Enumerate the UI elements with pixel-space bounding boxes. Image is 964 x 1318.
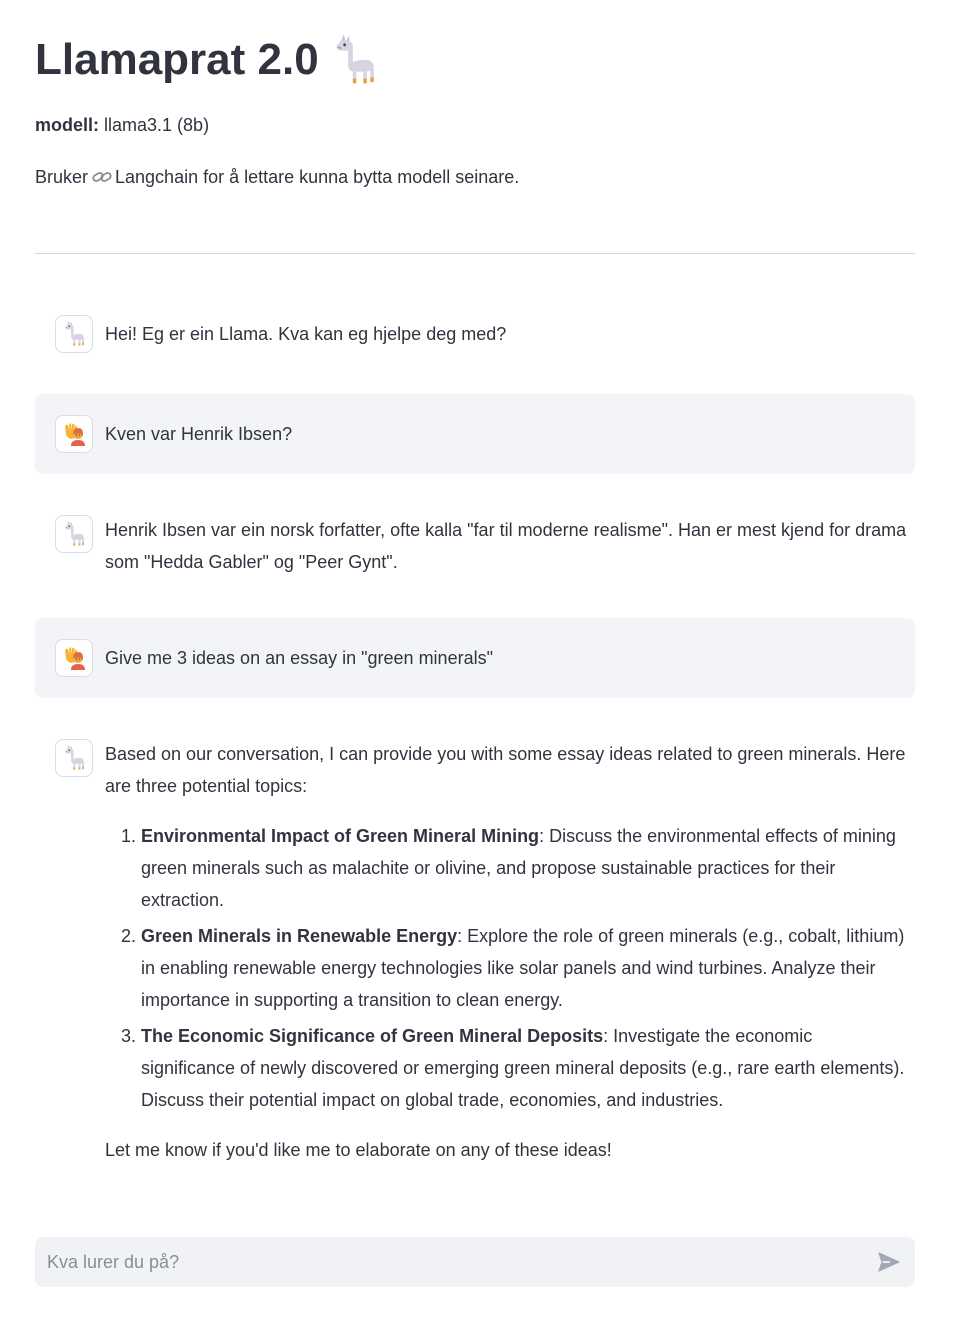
description-text: Langchain for å lettare kunna bytta mode… xyxy=(115,167,520,187)
user-avatar xyxy=(55,639,93,677)
chat-message-assistant: Henrik Ibsen var ein norsk forfatter, of… xyxy=(35,494,915,598)
message-content: Based on our conversation, I can provide… xyxy=(105,738,911,1166)
chat-message-assistant: Based on our conversation, I can provide… xyxy=(35,718,915,1188)
raising-hand-icon xyxy=(62,646,86,670)
message-text: Give me 3 ideas on an essay in "green mi… xyxy=(105,648,493,668)
divider xyxy=(35,253,915,254)
send-button[interactable] xyxy=(873,1246,905,1278)
link-icon xyxy=(92,172,112,182)
llama-icon xyxy=(329,32,379,88)
chat-input-container xyxy=(35,1237,915,1287)
description: Bruker Langchain for å lettare kunna byt… xyxy=(35,164,519,190)
model-label: modell: xyxy=(35,115,100,135)
essay-ideas-list: Environmental Impact of Green Mineral Mi… xyxy=(105,820,911,1116)
chat-message-user: Kven var Henrik Ibsen? xyxy=(35,394,915,474)
message-intro: Based on our conversation, I can provide… xyxy=(105,744,906,796)
message-text: Hei! Eg er ein Llama. Kva kan eg hjelpe … xyxy=(105,324,507,344)
model-info: modell: llama3.1 (8b) xyxy=(35,112,209,138)
assistant-avatar xyxy=(55,515,93,553)
llama-icon xyxy=(62,320,86,348)
raising-hand-icon xyxy=(62,422,86,446)
llama-icon xyxy=(62,520,86,548)
chat-message-assistant: Hei! Eg er ein Llama. Kva kan eg hjelpe … xyxy=(35,294,915,374)
list-item: The Economic Significance of Green Miner… xyxy=(141,1020,911,1116)
message-outro: Let me know if you'd like me to elaborat… xyxy=(105,1140,612,1160)
message-text: Kven var Henrik Ibsen? xyxy=(105,424,293,444)
user-avatar xyxy=(55,415,93,453)
list-item: Environmental Impact of Green Mineral Mi… xyxy=(141,820,911,916)
chat-input[interactable] xyxy=(35,1237,855,1287)
list-item: Green Minerals in Renewable Energy: Expl… xyxy=(141,920,911,1016)
assistant-avatar xyxy=(55,739,93,777)
idea-title: Green Minerals in Renewable Energy xyxy=(141,926,458,946)
description-prefix: Bruker xyxy=(35,167,89,187)
llama-icon xyxy=(62,744,86,772)
page-title-text: Llamaprat 2.0 xyxy=(35,35,319,84)
assistant-avatar xyxy=(55,315,93,353)
app-page: Llamaprat 2.0 modell: llama3.1 (8b) Bruk… xyxy=(0,0,964,1318)
idea-title: The Economic Significance of Green Miner… xyxy=(141,1026,604,1046)
send-icon xyxy=(878,1252,900,1272)
page-title: Llamaprat 2.0 xyxy=(35,30,379,90)
idea-title: Environmental Impact of Green Mineral Mi… xyxy=(141,826,540,846)
model-value: llama3.1 (8b) xyxy=(99,115,210,135)
chat-message-user: Give me 3 ideas on an essay in "green mi… xyxy=(35,618,915,698)
message-text: Henrik Ibsen var ein norsk forfatter, of… xyxy=(105,520,907,572)
